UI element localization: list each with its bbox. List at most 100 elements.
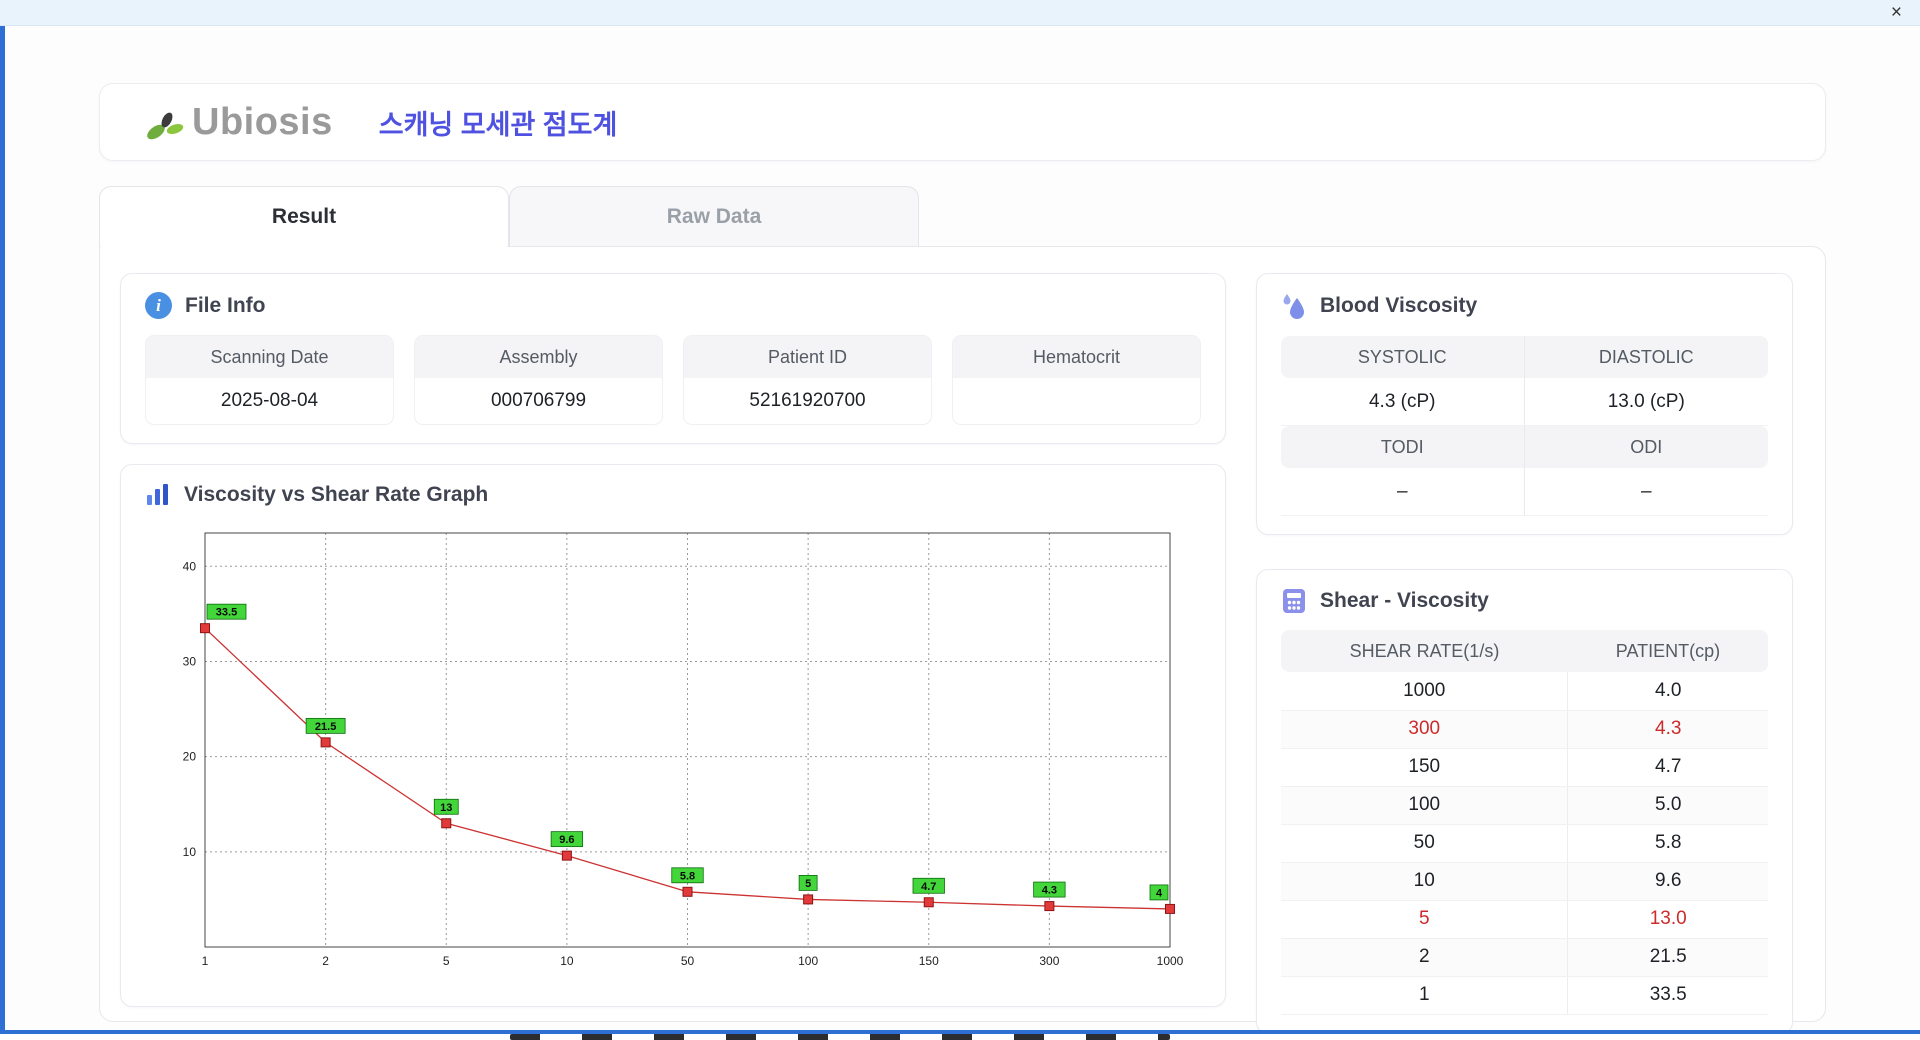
taskbar-icons-peek bbox=[510, 1034, 1170, 1040]
field-patient-id: Patient ID 52161920700 bbox=[683, 335, 932, 425]
patient-cell: 4.3 bbox=[1567, 710, 1768, 749]
table-row: 300 4.3 bbox=[1281, 710, 1768, 749]
blood-viscosity-title: Blood Viscosity bbox=[1320, 294, 1478, 317]
svg-text:40: 40 bbox=[183, 559, 197, 573]
field-value: 52161920700 bbox=[749, 390, 866, 411]
todi-label: TODI bbox=[1281, 426, 1525, 468]
right-column: Blood Viscosity SYSTOLIC DIASTOLIC 4.3 (… bbox=[1256, 273, 1793, 1030]
field-assembly: Assembly 000706799 bbox=[414, 335, 663, 425]
table-row: 100 5.0 bbox=[1281, 786, 1768, 825]
info-icon: i bbox=[145, 292, 172, 319]
table-row: 1 33.5 bbox=[1281, 976, 1768, 1015]
patient-cell: 13.0 bbox=[1567, 900, 1768, 939]
table-row: 50 5.8 bbox=[1281, 824, 1768, 863]
svg-text:9.6: 9.6 bbox=[559, 834, 574, 846]
shear-cell: 10 bbox=[1281, 862, 1569, 901]
blood-viscosity-panel: Blood Viscosity SYSTOLIC DIASTOLIC 4.3 (… bbox=[1256, 273, 1793, 535]
shear-viscosity-table: SHEAR RATE(1/s) PATIENT(cp) 1000 4.0 300 4… bbox=[1281, 630, 1768, 1015]
tab-raw-data[interactable]: Raw Data bbox=[509, 186, 919, 246]
svg-text:33.5: 33.5 bbox=[216, 607, 237, 619]
viscosity-chart: 1 2 5 10 50 100 150 300 1000 10 20 30 40 33.5 21.5 13 9.… bbox=[183, 532, 1184, 968]
table-row: 150 4.7 bbox=[1281, 748, 1768, 787]
result-content: i File Info Scanning Date 2025-08-04 Ass… bbox=[99, 246, 1826, 1030]
window-bottom-edge bbox=[0, 1030, 1920, 1040]
patient-cell: 4.7 bbox=[1567, 748, 1768, 787]
svg-text:5: 5 bbox=[443, 954, 450, 968]
shear-cell: 100 bbox=[1281, 786, 1569, 825]
diastolic-value: 13.0 (cP) bbox=[1524, 378, 1768, 426]
svg-text:10: 10 bbox=[560, 954, 574, 968]
svg-text:10: 10 bbox=[183, 845, 197, 859]
tab-bar: Result Raw Data bbox=[99, 186, 1826, 248]
logo: Ubiosis bbox=[144, 101, 333, 144]
field-label: Assembly bbox=[415, 336, 662, 378]
bar-chart-icon bbox=[147, 484, 168, 505]
table-row: 1000 4.0 bbox=[1281, 672, 1768, 711]
patient-cell: 4.0 bbox=[1567, 672, 1768, 711]
shear-cell: 1000 bbox=[1281, 672, 1569, 711]
calculator-icon bbox=[1283, 589, 1305, 613]
header: Ubiosis 스캐닝 모세관 점도계 bbox=[99, 83, 1826, 161]
water-drops-icon bbox=[1283, 294, 1304, 319]
table-header-row: SHEAR RATE(1/s) PATIENT(cp) bbox=[1281, 630, 1768, 672]
file-info-title-row: i File Info bbox=[145, 292, 1201, 319]
left-column: i File Info Scanning Date 2025-08-04 Ass… bbox=[120, 273, 1226, 1007]
field-value: 000706799 bbox=[490, 390, 587, 411]
col-patient: PATIENT(cp) bbox=[1567, 630, 1768, 672]
file-info-panel: i File Info Scanning Date 2025-08-04 Ass… bbox=[120, 273, 1226, 444]
app-window: Ubiosis 스캐닝 모세관 점도계 Result Raw Data i Fi… bbox=[0, 26, 1920, 1030]
patient-cell: 33.5 bbox=[1567, 976, 1768, 1015]
svg-text:5: 5 bbox=[805, 878, 811, 890]
tab-result[interactable]: Result bbox=[99, 186, 509, 248]
page-title: 스캐닝 모세관 점도계 bbox=[378, 109, 618, 140]
svg-text:5.8: 5.8 bbox=[680, 870, 695, 882]
svg-text:100: 100 bbox=[798, 954, 818, 968]
svg-text:150: 150 bbox=[919, 954, 939, 968]
field-scanning-date: Scanning Date 2025-08-04 bbox=[145, 335, 394, 425]
shear-viscosity-title-row: Shear - Viscosity bbox=[1281, 588, 1768, 614]
svg-text:13: 13 bbox=[440, 802, 452, 814]
svg-text:2: 2 bbox=[322, 954, 329, 968]
shear-cell: 150 bbox=[1281, 748, 1569, 787]
file-info-fields: Scanning Date 2025-08-04 Assembly 000706… bbox=[145, 335, 1201, 425]
graph-title: Viscosity vs Shear Rate Graph bbox=[184, 483, 489, 506]
svg-text:1: 1 bbox=[202, 954, 209, 968]
field-value: 2025-08-04 bbox=[220, 390, 319, 411]
shear-cell: 300 bbox=[1281, 710, 1569, 749]
window-titlebar: × bbox=[0, 0, 1920, 26]
blood-viscosity-table: SYSTOLIC DIASTOLIC 4.3 (cP) 13.0 (cP) TO… bbox=[1281, 336, 1768, 516]
field-hematocrit: Hematocrit bbox=[952, 335, 1201, 425]
shear-cell: 5 bbox=[1281, 900, 1569, 939]
svg-text:20: 20 bbox=[183, 750, 197, 764]
svg-text:4: 4 bbox=[1156, 887, 1163, 899]
page: Ubiosis 스캐닝 모세관 점도계 Result Raw Data i Fi… bbox=[5, 26, 1920, 1030]
col-shear-rate: SHEAR RATE(1/s) bbox=[1281, 630, 1568, 672]
field-label: Scanning Date bbox=[146, 336, 393, 378]
table-row: 5 13.0 bbox=[1281, 900, 1768, 939]
svg-text:50: 50 bbox=[681, 954, 695, 968]
systolic-label: SYSTOLIC bbox=[1281, 336, 1525, 378]
shear-cell: 50 bbox=[1281, 824, 1569, 863]
patient-cell: 5.8 bbox=[1567, 824, 1768, 863]
patient-cell: 21.5 bbox=[1567, 938, 1768, 977]
svg-text:300: 300 bbox=[1039, 954, 1059, 968]
graph-title-row: Viscosity vs Shear Rate Graph bbox=[145, 483, 1201, 507]
table-row: 2 21.5 bbox=[1281, 938, 1768, 977]
svg-text:30: 30 bbox=[183, 654, 197, 668]
graph-panel: Viscosity vs Shear Rate Graph 1 2 5 10 50 100… bbox=[120, 464, 1226, 1007]
shear-cell: 2 bbox=[1281, 938, 1569, 977]
patient-cell: 9.6 bbox=[1567, 862, 1768, 901]
shear-cell: 1 bbox=[1281, 976, 1569, 1015]
field-label: Patient ID bbox=[684, 336, 931, 378]
shear-viscosity-panel: Shear - Viscosity SHEAR RATE(1/s) PATIEN… bbox=[1256, 569, 1793, 1030]
table-row: 10 9.6 bbox=[1281, 862, 1768, 901]
close-button[interactable]: × bbox=[1885, 3, 1908, 22]
svg-text:4.7: 4.7 bbox=[921, 881, 936, 893]
diastolic-label: DIASTOLIC bbox=[1524, 336, 1768, 378]
svg-text:4.3: 4.3 bbox=[1042, 885, 1057, 897]
field-value bbox=[953, 378, 1200, 424]
systolic-value: 4.3 (cP) bbox=[1281, 378, 1525, 426]
file-info-title: File Info bbox=[185, 293, 266, 317]
patient-cell: 5.0 bbox=[1567, 786, 1768, 825]
odi-value: – bbox=[1524, 468, 1768, 516]
